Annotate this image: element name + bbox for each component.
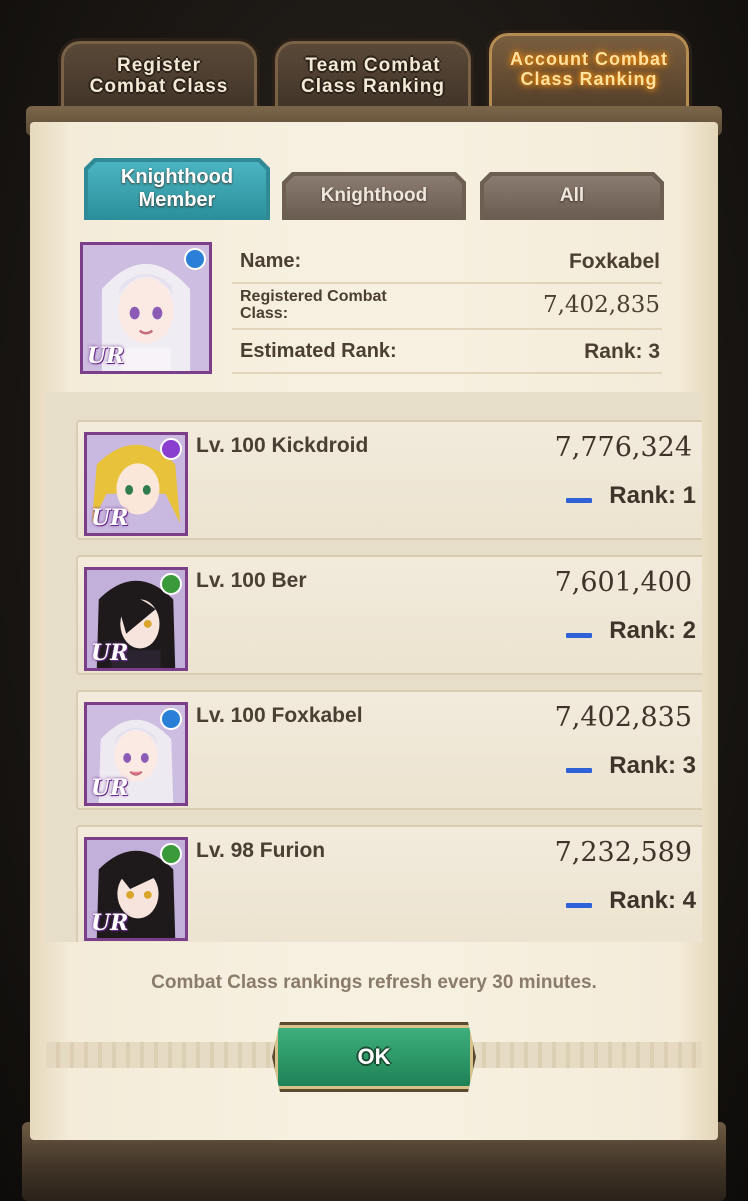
divider — [232, 328, 662, 330]
name-value: Foxkabel — [568, 250, 660, 273]
member-avatar[interactable]: UR — [84, 567, 188, 671]
rank-change-icon — [566, 633, 592, 638]
member-combat-class: 7,402,835 — [554, 702, 692, 733]
member-rank: Rank: 4 — [609, 887, 696, 914]
ornament-left — [46, 1042, 276, 1068]
ranking-row[interactable]: UR Lv. 98 Furion 7,232,589 Rank: 4 — [76, 825, 702, 942]
member-avatar[interactable]: UR — [84, 837, 188, 941]
member-combat-class: 7,776,324 — [554, 432, 692, 463]
ok-button[interactable]: OK — [272, 1022, 476, 1092]
name-label: Name: — [240, 250, 302, 272]
rarity-badge: UR — [91, 505, 129, 531]
member-avatar[interactable]: UR — [84, 432, 188, 536]
rarity-badge: UR — [91, 910, 129, 936]
element-icon — [160, 438, 182, 460]
ranking-row[interactable]: UR Lv. 100 Kickdroid 7,776,324 Rank: 1 — [76, 420, 702, 540]
refresh-note: Combat Class rankings refresh every 30 m… — [151, 972, 597, 993]
tab-label: Account Combat Class Ranking — [510, 49, 668, 89]
element-icon — [184, 248, 206, 270]
rank-change-icon — [566, 768, 592, 773]
subtab-label: Knighthood Member — [120, 166, 234, 211]
element-icon — [160, 573, 182, 595]
member-name: Lv. 100 Ber — [196, 569, 307, 592]
element-icon — [160, 708, 182, 730]
ornament-right — [472, 1042, 702, 1068]
member-avatar[interactable]: UR — [84, 702, 188, 806]
member-name: Lv. 98 Furion — [196, 839, 326, 862]
subtab-knighthood-member[interactable]: Knighthood Member — [84, 158, 270, 220]
subtab-label: Knighthood — [320, 185, 428, 206]
estimated-rank-label: Estimated Rank: — [240, 340, 397, 362]
subtab-all[interactable]: All — [480, 172, 664, 220]
member-rank: Rank: 3 — [609, 752, 696, 779]
member-combat-class: 7,232,589 — [554, 837, 692, 868]
ranking-row[interactable]: UR Lv. 100 Foxkabel 7,402,835 Rank: 3 — [76, 690, 702, 810]
rank-change-icon — [566, 498, 592, 503]
member-combat-class: 7,601,400 — [554, 567, 692, 598]
rarity-badge: UR — [91, 640, 129, 666]
subtab-label: All — [559, 185, 585, 206]
registered-cc-value: 7,402,835 — [542, 292, 660, 318]
element-icon — [160, 843, 182, 865]
rarity-badge: UR — [87, 343, 125, 369]
ranking-row[interactable]: UR Lv. 100 Ber 7,601,400 Rank: 2 — [76, 555, 702, 675]
ok-label: OK — [357, 1044, 391, 1069]
tab-label: Team Combat Class Ranking — [301, 55, 445, 97]
estimated-rank-value: Rank: 3 — [584, 340, 660, 363]
ranking-list[interactable]: UR Lv. 100 Kickdroid 7,776,324 Rank: 1 U… — [46, 392, 702, 942]
member-rank: Rank: 1 — [609, 482, 696, 509]
subtab-knighthood[interactable]: Knighthood — [282, 172, 466, 220]
tab-label: Register Combat Class — [89, 55, 229, 97]
divider — [232, 372, 662, 374]
registered-cc-label: Registered Combat Class: — [240, 288, 387, 322]
member-name: Lv. 100 Kickdroid — [196, 434, 369, 457]
divider — [232, 282, 662, 284]
member-name: Lv. 100 Foxkabel — [196, 704, 363, 727]
player-avatar[interactable]: UR — [80, 242, 212, 374]
member-rank: Rank: 2 — [609, 617, 696, 644]
rank-change-icon — [566, 903, 592, 908]
rarity-badge: UR — [91, 775, 129, 801]
